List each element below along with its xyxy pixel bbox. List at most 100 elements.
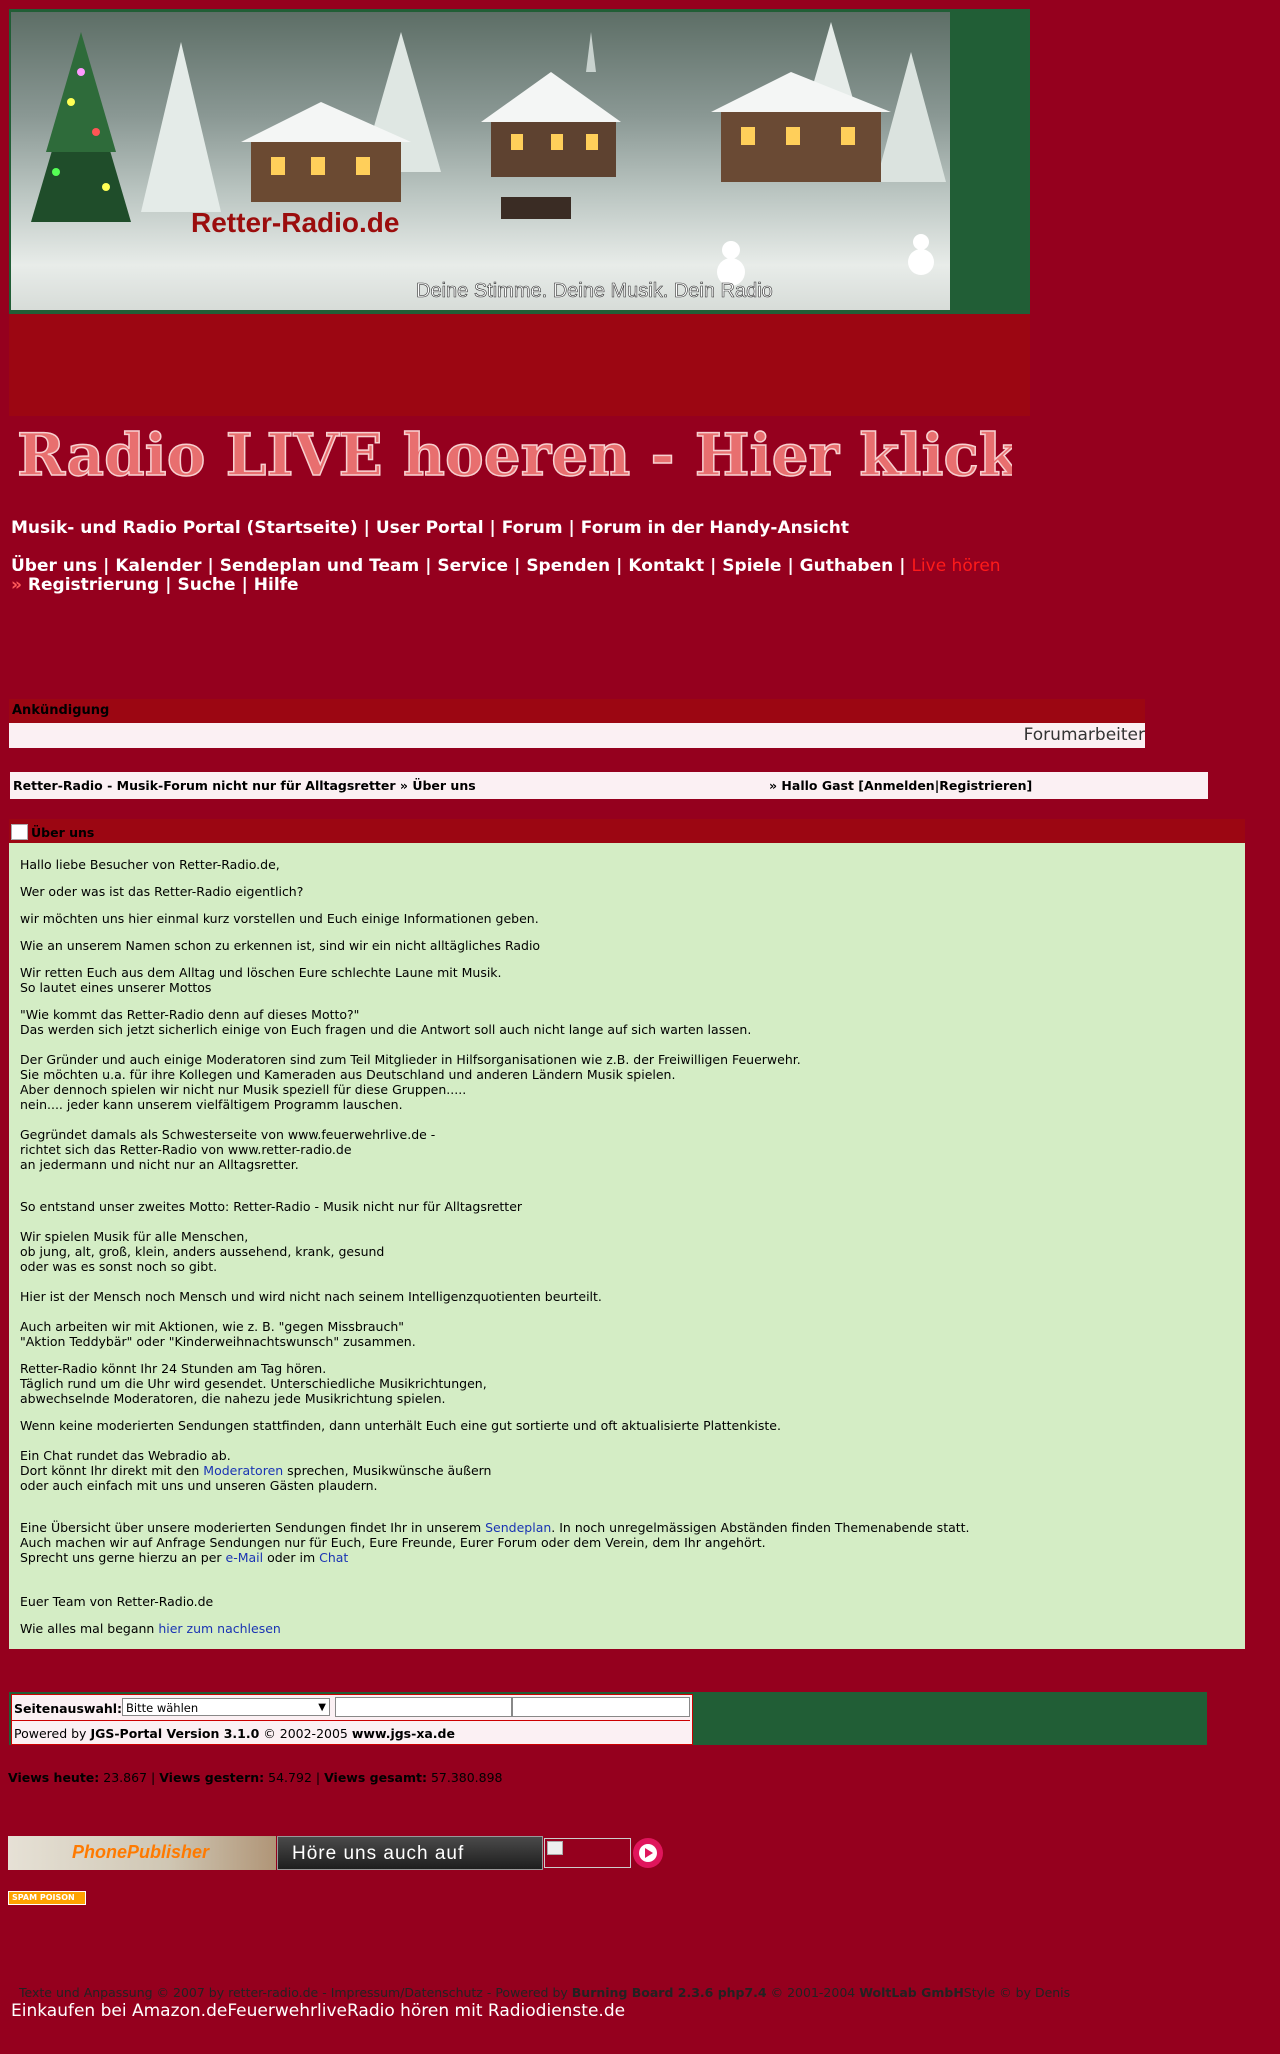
text-line: Retter-Radio könnt Ihr 24 Stunden am Tag… (20, 1361, 327, 1376)
partner-links[interactable]: Einkaufen bei Amazon.deFeuerwehrliveRadi… (11, 2001, 625, 2021)
text-fragment: Wie alles mal begann (20, 1621, 159, 1636)
view-stats: Views heute: 23.867 | Views gestern: 54.… (8, 1770, 503, 1785)
hoere-uns-text: Höre uns auch auf (292, 1843, 465, 1864)
text-line: Auch arbeiten wir mit Aktionen, wie z. B… (20, 1319, 405, 1334)
nav-link-handy-forum[interactable]: Forum in der Handy-Ansicht (581, 518, 849, 538)
chevron-down-icon: ▼ (318, 1702, 326, 1713)
text-line: an jedermann und nicht nur an Alltagsret… (20, 1157, 299, 1172)
register-link[interactable]: Registrieren (939, 778, 1026, 793)
text-line: So lautet eines unserer Mottos (20, 980, 212, 995)
text-line: Hallo liebe Besucher von Retter-Radio.de… (20, 857, 280, 872)
greeting-close: ] (1026, 778, 1033, 793)
text-fragment: Texte und Anpassung © 2007 by retter-rad… (19, 1985, 572, 2000)
footer-divider (12, 1720, 690, 1721)
user-greeting: » Hallo Gast [Anmelden|Registrieren] (769, 778, 1032, 793)
footer-table: Seitenauswahl: Bitte wählen ▼ Powered by… (11, 1694, 693, 1745)
announcement-ticker: Forumarbeiter (9, 723, 1145, 748)
footer-input-1[interactable] (335, 1697, 512, 1717)
secondary-nav: Über uns | Kalender | Sendeplan und Team | Ser… (11, 556, 1001, 576)
play-icon-glyph (639, 1844, 657, 1862)
powered-by: Powered by JGS-Portal Version 3.1.0 © 20… (14, 1726, 455, 1741)
text-line: "Wie kommt das Retter-Radio denn auf die… (20, 1007, 360, 1022)
email-link[interactable]: e-Mail (226, 1550, 264, 1565)
nav-link-guthaben[interactable]: Guthaben (800, 556, 894, 576)
spam-poison-text: SPAM POISON (12, 1893, 75, 1902)
text-line: Eine Übersicht über unsere moderierten S… (20, 1520, 970, 1535)
breadcrumb[interactable]: Retter-Radio - Musik-Forum nicht nur für… (13, 778, 476, 793)
nav-link-startseite[interactable]: Musik- und Radio Portal (Startseite) (11, 518, 358, 538)
nav-arrow: » (11, 575, 22, 595)
nav-link-sendeplan[interactable]: Sendeplan und Team (220, 556, 419, 576)
woltlab-link[interactable]: WoltLab GmbH (859, 1985, 964, 2000)
nav-link-spenden[interactable]: Spenden (526, 556, 610, 576)
views-sep: | (151, 1770, 156, 1785)
nav-link-registrierung[interactable]: Registrierung (28, 575, 159, 595)
text-line: Auch machen wir auf Anfrage Sendungen nu… (20, 1535, 766, 1550)
phonepublisher-badge[interactable]: PhonePublisher (8, 1836, 276, 1870)
text-line: oder was es sonst noch so gibt. (20, 1259, 218, 1274)
page-select-label: Seitenauswahl: (14, 1701, 123, 1716)
text-line: Wer oder was ist das Retter-Radio eigent… (20, 884, 304, 899)
live-banner-text: Radio LIVE hoeren - Hier klicken (17, 421, 1012, 489)
text-line: Das werden sich jetzt sicherlich einige … (20, 1022, 752, 1037)
text-fragment: Dort könnt Ihr direkt mit den (20, 1463, 204, 1478)
views-yesterday-label: Views gestern: (159, 1770, 265, 1785)
live-banner-graphic: Radio LIVE hoeren - Hier klicken (16, 420, 1099, 490)
footer-input-2[interactable] (512, 1697, 690, 1717)
text-line: Wir spielen Musik für alle Menschen, (20, 1229, 249, 1244)
text-line: Dort könnt Ihr direkt mit den Moderatore… (20, 1463, 491, 1478)
text-line: oder auch einfach mit uns und unseren Gä… (20, 1478, 378, 1493)
christmas-banner-image[interactable]: Retter-Radio.de Deine Stimme. Deine Musi… (11, 12, 950, 310)
history-link[interactable]: hier zum nachlesen (158, 1621, 281, 1636)
text-line: Ein Chat rundet das Webradio ab. (20, 1448, 231, 1463)
login-link[interactable]: Anmelden (864, 778, 935, 793)
text-line: Wie alles mal begann hier zum nachlesen (20, 1621, 281, 1636)
broken-image-badge[interactable] (544, 1838, 631, 1868)
text-line: abwechselnde Moderatoren, die nahezu jed… (20, 1391, 446, 1406)
play-icon[interactable] (633, 1838, 663, 1868)
views-total-label: Views gesamt: (324, 1770, 427, 1785)
chat-link[interactable]: Chat (319, 1550, 348, 1565)
text-fragment: Sprecht uns gerne hierzu an per (20, 1550, 226, 1565)
nav-link-kontakt[interactable]: Kontakt (628, 556, 704, 576)
header-red-band (9, 314, 1030, 416)
nav-link-kalender[interactable]: Kalender (115, 556, 201, 576)
text-fragment: Eine Übersicht über unsere moderierten S… (20, 1520, 486, 1535)
text-line: Sie möchten u.a. für ihre Kollegen und K… (20, 1067, 676, 1082)
nav-link-suche[interactable]: Suche (178, 575, 236, 595)
nav-link-user-portal[interactable]: User Portal (376, 518, 484, 538)
announcement-title: Ankündigung (12, 703, 110, 718)
text-fragment: Powered by (14, 1726, 91, 1741)
live-radio-banner[interactable]: Radio LIVE hoeren - Hier klicken (12, 420, 1099, 490)
broken-image-icon (11, 824, 28, 840)
moderatoren-link[interactable]: Moderatoren (203, 1463, 283, 1478)
text-line: "Aktion Teddybär" oder "Kinderweihnachts… (20, 1334, 416, 1349)
content-body: Hallo liebe Besucher von Retter-Radio.de… (9, 843, 1245, 1649)
page-select[interactable]: Bitte wählen ▼ (122, 1698, 330, 1716)
page-select-value: Bitte wählen (126, 1701, 199, 1715)
nav-link-spiele[interactable]: Spiele (722, 556, 781, 576)
sendeplan-link[interactable]: Sendeplan (485, 1520, 551, 1535)
nav-link-hilfe[interactable]: Hilfe (254, 575, 299, 595)
powered-site[interactable]: www.jgs-xa.de (352, 1726, 455, 1741)
views-total: 57.380.898 (430, 1770, 503, 1785)
nav-link-ueber-uns[interactable]: Über uns (11, 556, 97, 576)
burning-board-link[interactable]: Burning Board 2.3.6 php7.4 (572, 1985, 767, 2000)
views-yesterday: 54.792 (268, 1770, 312, 1785)
text-line: Wir retten Euch aus dem Alltag und lösch… (20, 965, 502, 980)
text-fragment: © 2002-2005 (259, 1726, 352, 1741)
nav-link-forum[interactable]: Forum (502, 518, 563, 538)
breadcrumb-bar: Retter-Radio - Musik-Forum nicht nur für… (9, 771, 1209, 800)
nav-link-service[interactable]: Service (437, 556, 508, 576)
hoere-uns-badge[interactable]: Höre uns auch auf (277, 1836, 543, 1870)
snow-village-illustration: Retter-Radio.de Deine Stimme. Deine Musi… (31, 22, 946, 302)
text-fragment: © 2001-2004 (766, 1985, 860, 2000)
text-line: Euer Team von Retter-Radio.de (20, 1594, 214, 1609)
views-today: 23.867 (103, 1770, 148, 1785)
text-line: Der Gründer und auch einige Moderatoren … (20, 1052, 801, 1067)
powered-name[interactable]: JGS-Portal Version 3.1.0 (90, 1726, 259, 1741)
spam-poison-badge[interactable]: SPAM POISON (8, 1891, 86, 1905)
text-line: Wie an unserem Namen schon zu erkennen i… (20, 938, 541, 953)
text-line: richtet sich das Retter-Radio von www.re… (20, 1142, 352, 1157)
nav-link-live-hoeren[interactable]: Live hören (911, 556, 1000, 576)
